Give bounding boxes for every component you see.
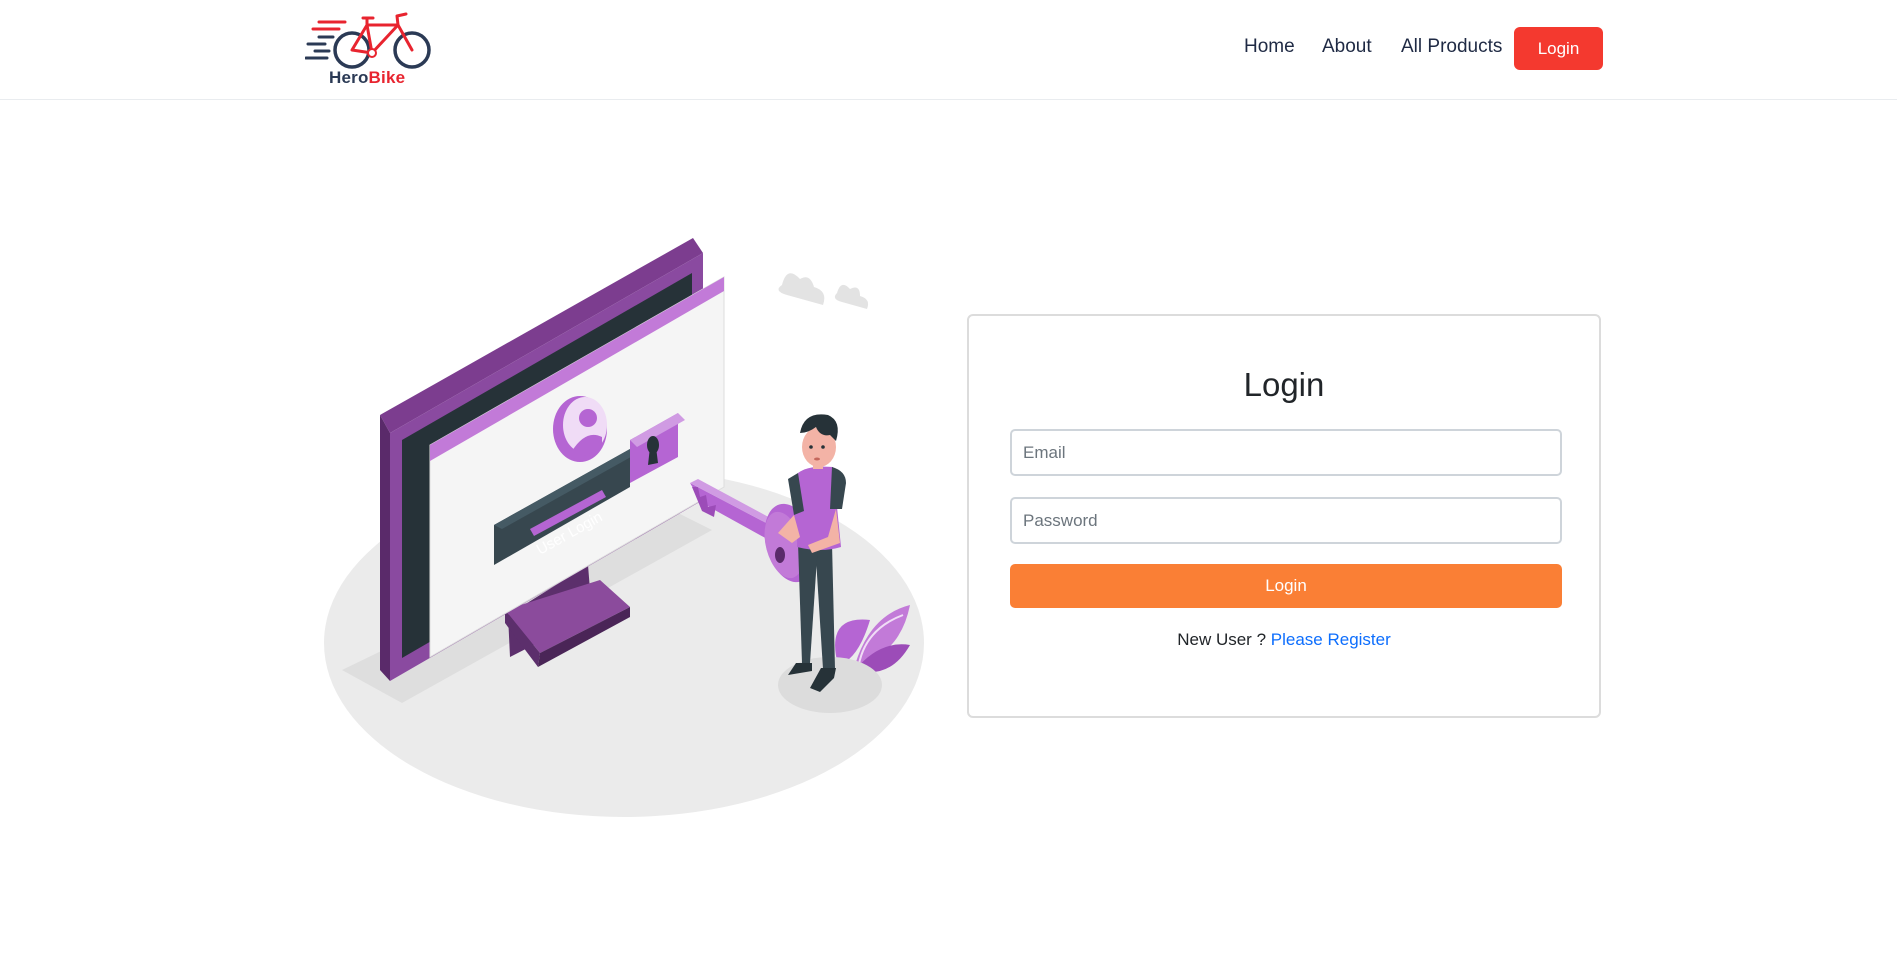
- brand-name-part1: Hero: [329, 68, 369, 87]
- register-prompt-text: New User ?: [1177, 630, 1267, 649]
- nav-home-link[interactable]: Home: [1244, 36, 1295, 58]
- navbar: HeroBike Home About All Products Login: [0, 0, 1897, 100]
- register-prompt: New User ? Please Register: [969, 630, 1599, 650]
- brand-name[interactable]: HeroBike: [329, 68, 405, 88]
- nav-all-products-link[interactable]: All Products: [1401, 36, 1502, 58]
- brand-name-part2: Bike: [368, 68, 406, 87]
- login-title: Login: [1243, 366, 1325, 403]
- login-illustration: User Login: [310, 225, 950, 825]
- nav-login-button[interactable]: Login: [1514, 27, 1603, 70]
- login-submit-button[interactable]: Login: [1010, 564, 1562, 608]
- register-link[interactable]: Please Register: [1271, 630, 1391, 649]
- email-input[interactable]: [1010, 429, 1562, 476]
- password-input[interactable]: [1010, 497, 1562, 544]
- login-card: Login Login New User ? Please Register: [967, 314, 1601, 718]
- nav-about-link[interactable]: About: [1322, 36, 1372, 58]
- bicycle-icon: [304, 12, 431, 69]
